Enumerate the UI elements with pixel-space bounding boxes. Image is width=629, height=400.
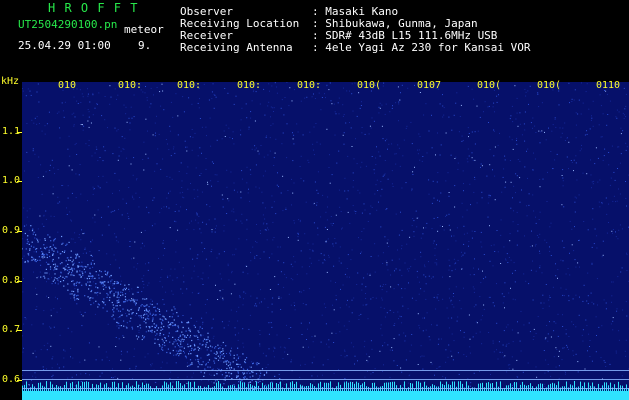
app-title: H R O F F T [48,1,139,15]
time-label-8: 010( [477,80,502,91]
y-tick [17,132,22,133]
y-tick [17,380,22,381]
y-tick [17,281,22,282]
antenna-label: Receiving Antenna [180,41,293,54]
count-label: 9. [138,39,152,52]
reference-line [22,379,629,380]
unit-label: kHz [1,76,20,87]
spectrogram-area [22,82,629,400]
file-name: UT2504290100.pn [18,18,118,31]
spectrogram-noise [22,82,629,400]
time-label-4: 010: [237,80,262,91]
datetime-label: 25.04.29 01:00 [18,39,111,52]
y-tick [17,330,22,331]
y-tick [17,231,22,232]
time-label-6: 010( [357,80,382,91]
time-label-2: 010: [118,80,143,91]
time-label-3: 010: [177,80,202,91]
spectrogram-panel: kHz 1.1 1.0 0.9 0.8 0.7 0.6 010 010: 010… [0,76,629,400]
reference-line [22,370,629,371]
time-label-7: 0107 [417,80,442,91]
time-label-1: 010 [58,80,77,91]
time-label-10: 0110 [596,80,621,91]
time-label-5: 010: [297,80,322,91]
antenna-value: : 4ele Yagi Az 230 for Kansai VOR [312,41,531,54]
y-tick [17,181,22,182]
reference-line [22,388,629,389]
header-panel: H R O F F T UT2504290100.pn meteor 25.04… [0,0,629,76]
time-label-9: 010( [537,80,562,91]
mode-label: meteor [124,23,164,36]
